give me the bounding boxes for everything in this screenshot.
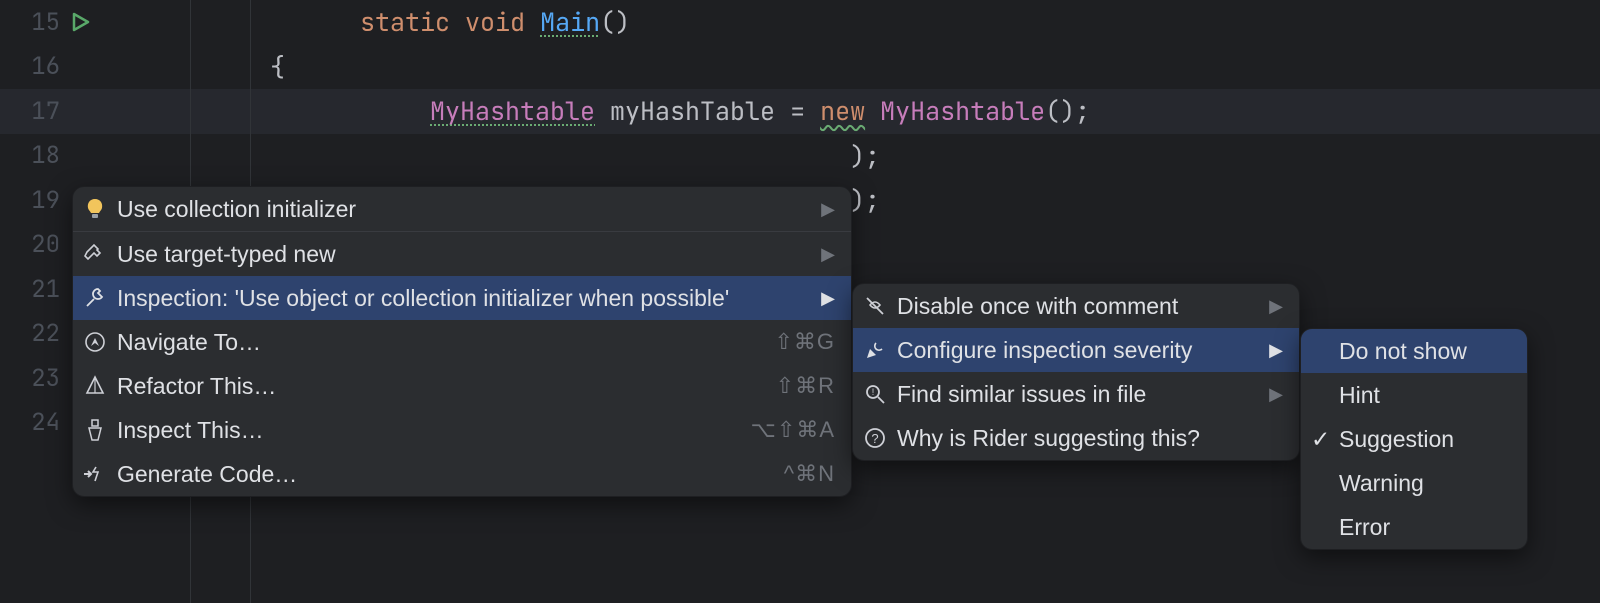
menu-item-generate-code[interactable]: Generate Code… ^⌘N (73, 452, 851, 496)
menu-label: Generate Code… (117, 461, 774, 488)
menu-label: Inspection: 'Use object or collection in… (117, 285, 803, 312)
menu-label: Do not show (1339, 338, 1511, 365)
severity-submenu[interactable]: Do not show Hint ✓ Suggestion Warning Er… (1300, 328, 1528, 550)
menu-item-suggestion[interactable]: ✓ Suggestion (1301, 417, 1527, 461)
line-number: 21 (0, 274, 70, 305)
check-icon: ✓ (1311, 426, 1329, 453)
identifier: myHashTable (610, 94, 775, 128)
lightbulb-icon (83, 197, 107, 221)
menu-label: Refactor This… (117, 373, 766, 400)
inspection-submenu[interactable]: Disable once with comment ▶ Configure in… (852, 283, 1300, 461)
menu-item-navigate-to[interactable]: Navigate To… ⇧⌘G (73, 320, 851, 364)
submenu-arrow-icon: ▶ (821, 199, 835, 220)
line-number: 24 (0, 407, 70, 438)
quick-fix-popup[interactable]: Use collection initializer ▶ Use target-… (72, 186, 852, 497)
menu-item-disable-once[interactable]: Disable once with comment ▶ (853, 284, 1299, 328)
line-number: 18 (0, 140, 70, 171)
punct: () (600, 5, 630, 39)
line-number: 23 (0, 363, 70, 394)
hammer-icon (83, 242, 107, 266)
menu-label: Hint (1339, 382, 1511, 409)
question-icon: ? (863, 426, 887, 450)
wrench-icon (83, 286, 107, 310)
method-name: Main (540, 5, 600, 39)
code-line-active[interactable]: 17 MyHashtable myHashTable = new MyHasht… (0, 89, 1600, 134)
menu-item-inspection[interactable]: Inspection: 'Use object or collection in… (73, 276, 851, 320)
shortcut: ⇧⌘G (774, 329, 835, 355)
submenu-arrow-icon: ▶ (1269, 340, 1283, 361)
menu-item-find-similar[interactable]: ! Find similar issues in file ▶ (853, 372, 1299, 416)
menu-label: Suggestion (1339, 426, 1511, 453)
shortcut: ⌥⇧⌘A (751, 417, 835, 443)
type-name: MyHashtable (880, 94, 1045, 128)
menu-item-configure-severity[interactable]: Configure inspection severity ▶ (853, 328, 1299, 372)
menu-label: Use collection initializer (117, 196, 803, 223)
line-number: 16 (0, 51, 70, 82)
refactor-icon (83, 374, 107, 398)
run-gutter-icon[interactable] (70, 12, 110, 32)
search-warning-icon: ! (863, 382, 887, 406)
type-name: MyHashtable (430, 94, 595, 128)
generate-icon (83, 462, 107, 486)
menu-label: Inspect This… (117, 417, 741, 444)
menu-label: Error (1339, 514, 1511, 541)
line-number: 20 (0, 229, 70, 260)
punct: ); (850, 183, 880, 217)
menu-item-refactor-this[interactable]: Refactor This… ⇧⌘R (73, 364, 851, 408)
punct: (); (1045, 94, 1090, 128)
menu-label: Disable once with comment (897, 293, 1251, 320)
keyword: new (820, 94, 865, 128)
submenu-arrow-icon: ▶ (1269, 384, 1283, 405)
svg-text:!: ! (872, 387, 875, 397)
submenu-arrow-icon: ▶ (821, 288, 835, 309)
menu-item-warning[interactable]: Warning (1301, 461, 1527, 505)
disable-icon (863, 294, 887, 318)
menu-item-error[interactable]: Error (1301, 505, 1527, 549)
submenu-arrow-icon: ▶ (821, 244, 835, 265)
punct: ); (850, 139, 880, 173)
code-line[interactable]: 15 static void Main() (0, 0, 1600, 45)
keyword: void (465, 5, 525, 39)
line-number: 19 (0, 185, 70, 216)
shortcut: ⇧⌘R (776, 373, 835, 399)
menu-label: Use target-typed new (117, 241, 803, 268)
line-number: 17 (0, 96, 70, 127)
shortcut: ^⌘N (784, 461, 835, 487)
menu-label: Warning (1339, 470, 1511, 497)
svg-text:?: ? (871, 431, 878, 446)
menu-item-use-target-typed-new[interactable]: Use target-typed new ▶ (73, 232, 851, 276)
compass-icon (83, 330, 107, 354)
pencil-wrench-icon (863, 338, 887, 362)
line-number: 22 (0, 318, 70, 349)
menu-item-why-suggesting[interactable]: ? Why is Rider suggesting this? (853, 416, 1299, 460)
punct: = (775, 94, 820, 128)
menu-item-do-not-show[interactable]: Do not show (1301, 329, 1527, 373)
keyword: static (360, 5, 450, 39)
inspect-icon (83, 418, 107, 442)
submenu-arrow-icon: ▶ (1269, 296, 1283, 317)
line-number: 15 (0, 7, 70, 38)
menu-label: Why is Rider suggesting this? (897, 425, 1283, 452)
menu-item-inspect-this[interactable]: Inspect This… ⌥⇧⌘A (73, 408, 851, 452)
menu-label: Configure inspection severity (897, 337, 1251, 364)
menu-label: Navigate To… (117, 329, 764, 356)
menu-label: Find similar issues in file (897, 381, 1251, 408)
code-line[interactable]: 18 ); (0, 134, 1600, 179)
menu-item-hint[interactable]: Hint (1301, 373, 1527, 417)
menu-item-use-collection-initializer[interactable]: Use collection initializer ▶ (73, 187, 851, 231)
